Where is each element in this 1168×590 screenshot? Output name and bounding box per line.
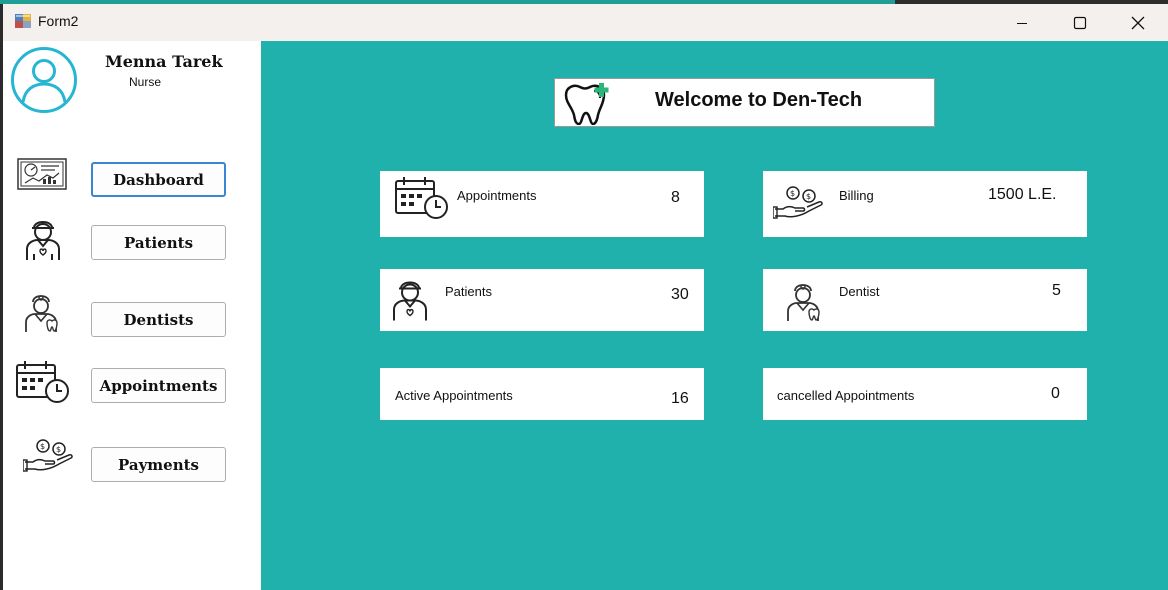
cancelled-appointments-label: cancelled Appointments xyxy=(777,388,915,403)
dentist-icon xyxy=(25,295,58,332)
billing-value: 1500 L.E. xyxy=(988,186,1057,203)
stat-card-cancelled-appointments: cancelled Appointments 0 xyxy=(763,368,1087,420)
stat-card-active-appointments: Active Appointments 16 xyxy=(380,368,704,420)
user-avatar-icon xyxy=(11,47,77,113)
nav-dashboard-button[interactable]: Dashboard xyxy=(91,162,226,197)
app-icon xyxy=(15,14,31,28)
maximize-icon xyxy=(1073,16,1087,29)
user-name: Menna Tarek xyxy=(105,52,223,71)
title-bar: Form2 xyxy=(3,4,1168,41)
patients-value: 30 xyxy=(671,286,689,303)
close-button[interactable] xyxy=(1109,4,1167,41)
minimize-button[interactable] xyxy=(993,4,1051,41)
svg-text:$: $ xyxy=(40,442,45,451)
sidebar: Menna Tarek Nurse Dashboard Patients Den… xyxy=(3,41,261,590)
patient-icon xyxy=(393,281,427,321)
cancelled-appointments-value: 0 xyxy=(1051,385,1060,402)
stat-card-appointments: Appointments 8 xyxy=(380,171,704,237)
app-window: Form2 Menna Tarek Nurse Dashboard Patien… xyxy=(3,4,1168,590)
nav-dentists-button[interactable]: Dentists xyxy=(91,302,226,337)
billing-label: Billing xyxy=(839,188,874,203)
active-appointments-label: Active Appointments xyxy=(395,388,513,403)
patients-label: Patients xyxy=(445,284,492,299)
payment-hand-icon: $ $ xyxy=(773,186,823,219)
dentist-value: 5 xyxy=(1052,282,1061,299)
nav-patients-button[interactable]: Patients xyxy=(91,225,226,260)
user-role: Nurse xyxy=(129,75,162,89)
welcome-banner: Welcome to Den-Tech xyxy=(554,78,935,127)
stat-card-patients: Patients 30 xyxy=(380,269,704,331)
appointments-value: 8 xyxy=(671,189,680,206)
dentist-icon xyxy=(787,284,820,321)
svg-text:$: $ xyxy=(790,189,795,198)
appointments-label: Appointments xyxy=(457,188,537,203)
svg-text:$: $ xyxy=(806,192,811,201)
welcome-title: Welcome to Den-Tech xyxy=(655,89,863,111)
window-title: Form2 xyxy=(38,13,79,29)
patient-icon xyxy=(26,221,60,260)
calendar-clock-icon xyxy=(16,361,69,403)
calendar-clock-icon xyxy=(395,177,448,219)
active-appointments-value: 16 xyxy=(671,390,689,407)
close-icon xyxy=(1131,16,1145,29)
minimize-icon xyxy=(1017,22,1027,24)
stat-card-dentist: Dentist 5 xyxy=(763,269,1087,331)
dashboard-icon xyxy=(17,158,67,190)
nav-payments-button[interactable]: Payments xyxy=(91,447,226,482)
main-panel: Welcome to Den-Tech Appointments 8 $ $ B… xyxy=(261,41,1168,590)
maximize-button[interactable] xyxy=(1051,4,1109,41)
dentist-label: Dentist xyxy=(839,284,880,299)
nav-appointments-button[interactable]: Appointments xyxy=(91,368,226,403)
svg-text:$: $ xyxy=(56,445,61,454)
payment-hand-icon: $ $ xyxy=(23,439,73,472)
stat-card-billing: $ $ Billing 1500 L.E. xyxy=(763,171,1087,237)
tooth-icon xyxy=(564,83,609,125)
